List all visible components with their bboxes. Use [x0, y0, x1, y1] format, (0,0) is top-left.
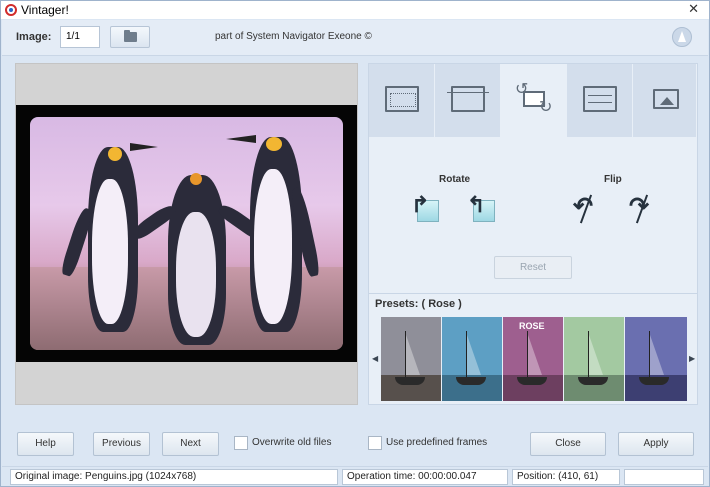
overwrite-label: Overwrite old files [252, 437, 332, 448]
help-button[interactable]: Help [17, 432, 74, 456]
adjust-sliders-icon [583, 86, 617, 112]
image-index-field[interactable]: 1/1 [60, 26, 100, 48]
preset-thumbnail-rose[interactable]: ROSE [503, 317, 564, 401]
image-preview [15, 63, 358, 405]
tool-tabs: ↺ ↻ [369, 64, 697, 137]
open-folder-button[interactable] [110, 26, 150, 48]
preset-thumbnail[interactable] [381, 317, 442, 401]
preset-thumbnail[interactable] [564, 317, 625, 401]
operation-time-status: Operation time: 00:00:00.047 [342, 469, 508, 485]
app-window: Vintager! ✕ Image: 1/1 part of System Na… [0, 0, 710, 487]
title-bar: Vintager! ✕ [1, 1, 709, 19]
resize-icon [653, 89, 679, 109]
previous-button[interactable]: Previous [93, 432, 150, 456]
crop-icon [447, 86, 489, 112]
close-button[interactable]: Close [530, 432, 606, 456]
predefined-frames-checkbox[interactable] [368, 436, 382, 450]
status-bar: Original image: Penguins.jpg (1024x768) … [2, 466, 708, 486]
extra-status [624, 469, 704, 485]
rotate-title: Rotate [439, 174, 471, 185]
position-status: Position: (410, 61) [512, 469, 620, 485]
preset-thumbnail[interactable] [625, 317, 687, 401]
top-toolbar: Image: 1/1 part of System Navigator Exeo… [2, 20, 708, 56]
rotate-image-icon: ↺ ↻ [515, 81, 553, 116]
rotate-right-icon: ↰ [467, 192, 486, 217]
app-logo-icon [5, 4, 17, 16]
original-image-status: Original image: Penguins.jpg (1024x768) [10, 469, 338, 485]
overwrite-checkbox[interactable] [234, 436, 248, 450]
tab-resize[interactable] [633, 64, 697, 137]
rotate-left-icon: ↱ [411, 192, 430, 217]
vignette-icon [385, 86, 419, 112]
predefined-frames-label: Use predefined frames [386, 437, 488, 448]
preset-thumbnail[interactable] [442, 317, 503, 401]
penguins-photo [30, 117, 343, 350]
presets-title: Presets: ( Rose ) [375, 298, 462, 310]
vintage-frame [16, 105, 357, 362]
part-of-text: part of System Navigator Exeone © [215, 31, 372, 42]
tab-crop[interactable] [435, 64, 501, 137]
flip-horizontal-button[interactable]: ↶ [571, 194, 601, 224]
tools-panel: ↺ ↻ Rotate ↱ ↰ Flip ↶ ↷ Reset Presets: (… [368, 63, 698, 405]
tab-rotate[interactable]: ↺ ↻ [501, 64, 567, 137]
tab-adjust[interactable] [567, 64, 633, 137]
tab-vignette[interactable] [369, 64, 435, 137]
rotate-right-button[interactable]: ↰ [467, 194, 497, 224]
exeone-logo-icon[interactable] [672, 27, 692, 47]
presets-strip: ROSE [381, 317, 687, 401]
flip-vertical-button[interactable]: ↷ [627, 194, 657, 224]
presets-scroll-left-icon[interactable]: ◀ [372, 354, 378, 363]
rotate-left-button[interactable]: ↱ [411, 194, 441, 224]
flip-title: Flip [604, 174, 622, 185]
image-label: Image: [16, 31, 52, 43]
folder-icon [124, 30, 137, 42]
next-button[interactable]: Next [162, 432, 219, 456]
bottom-bar: Help Previous Next Overwrite old files U… [2, 422, 708, 466]
presets-scroll-right-icon[interactable]: ▶ [689, 354, 695, 363]
reset-button[interactable]: Reset [494, 256, 572, 279]
selected-preset-label: ROSE [519, 321, 545, 331]
close-window-icon[interactable]: ✕ [688, 1, 699, 17]
apply-button[interactable]: Apply [618, 432, 694, 456]
window-title: Vintager! [21, 3, 69, 17]
